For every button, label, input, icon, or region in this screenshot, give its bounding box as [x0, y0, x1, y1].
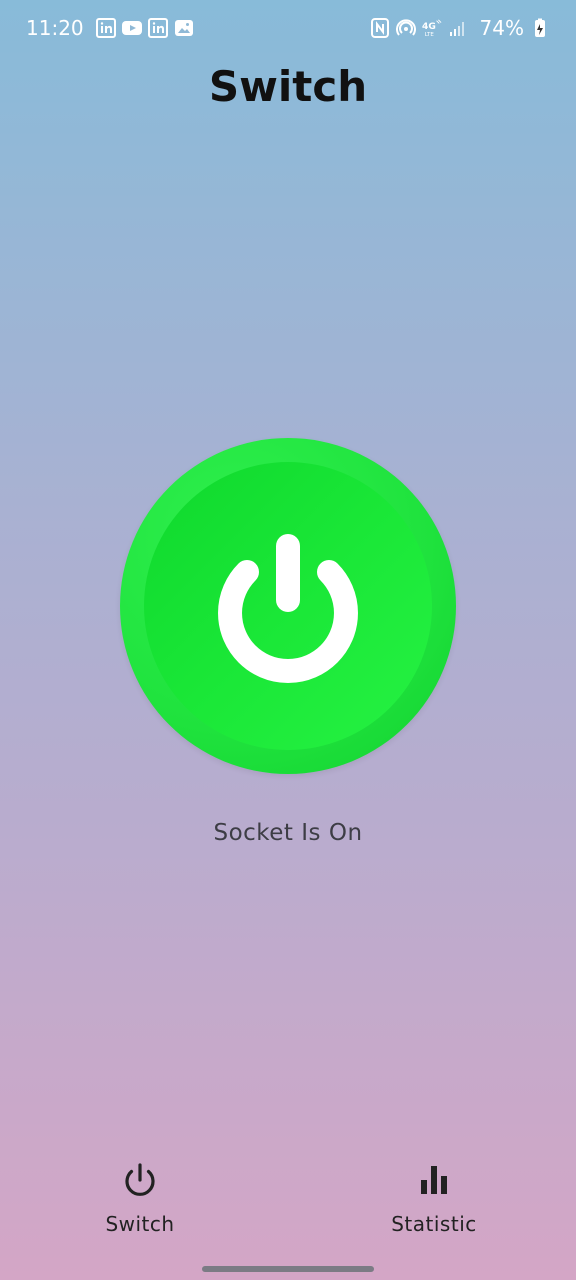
nav-item-statistic[interactable]: Statistic [354, 1150, 514, 1246]
power-icon [125, 1163, 155, 1196]
bottom-navigation: Switch Statistic [0, 1150, 576, 1250]
nav-label-switch: Switch [105, 1212, 175, 1236]
battery-icon [530, 18, 550, 38]
gallery-icon [174, 18, 194, 38]
status-right: 4G LTE 74% [370, 16, 550, 40]
socket-status-text: Socket Is On [213, 820, 363, 846]
nfc-icon [370, 18, 390, 38]
linkedin-icon [147, 18, 168, 38]
home-indicator[interactable] [202, 1266, 374, 1272]
status-left: 11:20 [26, 16, 194, 40]
4g-lte-icon: 4G LTE [422, 18, 442, 38]
nav-label-statistic: Statistic [391, 1212, 477, 1236]
svg-text:4G: 4G [422, 22, 436, 32]
bar-chart-icon [421, 1166, 447, 1194]
power-toggle-button[interactable] [120, 438, 456, 774]
svg-text:LTE: LTE [424, 32, 434, 38]
battery-percent: 74% [479, 16, 524, 40]
power-icon [218, 534, 358, 684]
linkedin-icon [95, 18, 116, 38]
hotspot-icon [395, 18, 416, 38]
nav-item-switch[interactable]: Switch [60, 1150, 220, 1246]
signal-icon [448, 18, 468, 38]
page-title: Switch [208, 62, 368, 111]
status-bar: 11:20 4G LTE 74% [0, 0, 576, 56]
youtube-icon [121, 18, 142, 38]
status-time: 11:20 [26, 16, 84, 40]
